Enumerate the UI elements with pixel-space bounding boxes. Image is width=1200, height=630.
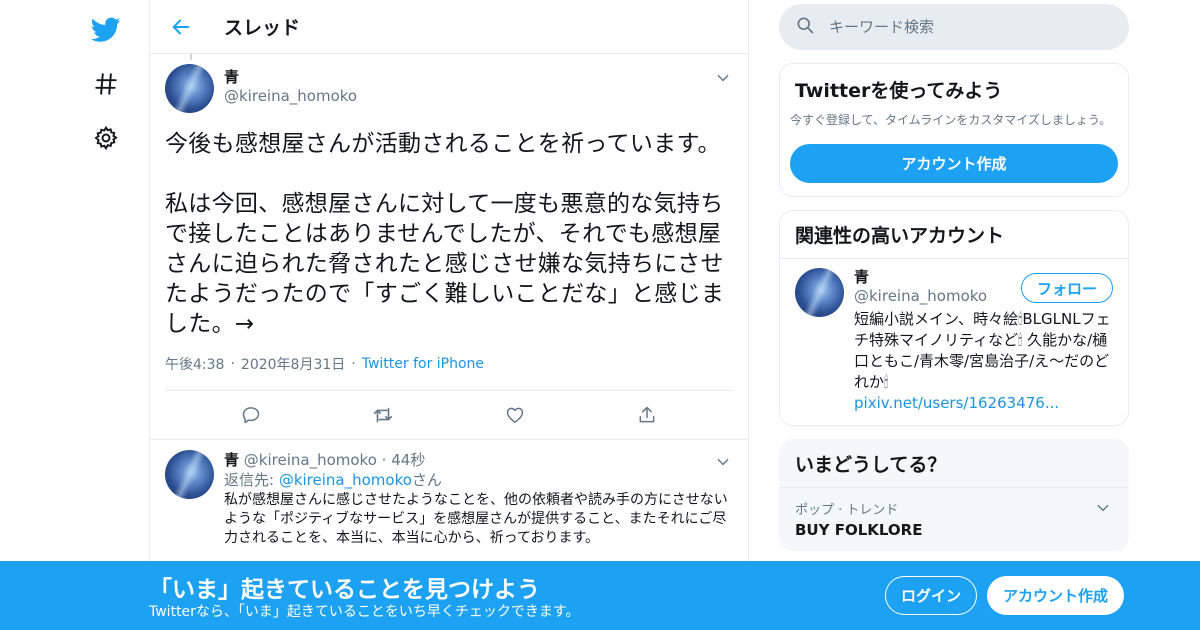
focus-tweet: 青 @kireina_homoko 今後も感想屋さんが活動されることを祈っていま…: [150, 54, 748, 440]
banner-title: 「いま」起きていることを見つけよう: [149, 577, 540, 603]
tweet-text: 私が感想屋さんに感じさせたようなことを、他の依頼者や読み手の方にさせないような「…: [224, 492, 728, 546]
tweet-source[interactable]: Twitter for iPhone: [362, 356, 484, 372]
trend-name[interactable]: BUY FOLKLORE: [795, 521, 1113, 539]
trends-card-title: いまどうしてる？: [780, 440, 1128, 488]
tweet-meta: 午後4:38 · 2020年8月31日 · Twitter for iPhone: [165, 351, 733, 377]
arrow-left-icon[interactable]: [166, 12, 196, 42]
share-icon[interactable]: [630, 398, 664, 432]
avatar[interactable]: [795, 268, 844, 317]
user-handle[interactable]: @kireina_homoko: [244, 451, 377, 469]
display-name[interactable]: 青: [224, 451, 239, 469]
login-button[interactable]: ログイン: [885, 576, 977, 615]
related-account[interactable]: 青 @kireina_homoko 短編小説メイン、時々絵🕯BLGLNLフェチ特…: [780, 259, 1128, 425]
search-icon: [795, 15, 815, 39]
signup-card-description: 今すぐ登録して、タイムラインをカスタマイズしましょう。: [790, 113, 1112, 127]
reply-prefix: 返信先:: [224, 471, 279, 489]
avatar[interactable]: [165, 450, 214, 499]
like-icon[interactable]: [498, 398, 532, 432]
main-header: スレッド: [150, 0, 748, 54]
signup-banner: 「いま」起きていることを見つけよう Twitterなら、「いま」起きていることを…: [0, 561, 1200, 630]
tweet-actions: [165, 391, 733, 439]
reply-icon[interactable]: [234, 398, 268, 432]
avatar[interactable]: [165, 64, 214, 113]
hashtag-icon[interactable]: [84, 62, 128, 106]
signup-card-title: Twitterを使ってみよう: [795, 80, 1003, 102]
search-bar[interactable]: [779, 4, 1129, 50]
twitter-bird-icon[interactable]: [84, 8, 128, 52]
tweet-time[interactable]: 午後4:38: [165, 354, 224, 374]
related-accounts-card: 関連性の高いアカウント 青 @kireina_homoko 短編小説メイン、時々…: [779, 210, 1129, 426]
trend-category: ポップ · トレンド: [795, 503, 899, 518]
left-nav: [84, 8, 128, 170]
trend-item[interactable]: ポップ · トレンド BUY FOLKLORE: [780, 488, 1128, 550]
thread-connector-line: [190, 54, 192, 60]
author-names: 青 @kireina_homoko: [224, 68, 357, 106]
search-input[interactable]: [829, 18, 1089, 36]
user-bio: 短編小説メイン、時々絵🕯BLGLNLフェチ特殊マイノリティなど🕯 久能かな/樋口…: [854, 309, 1113, 414]
bio-link[interactable]: pixiv.net/users/16263476...: [854, 393, 1113, 414]
reply-suffix: さん: [411, 471, 442, 489]
page: スレッド 青 @kireina_homoko 今後も感想屋さんが活動されることを…: [0, 0, 1200, 630]
gear-icon[interactable]: [84, 116, 128, 160]
related-card-title: 関連性の高いアカウント: [780, 211, 1128, 259]
reply-body: 青 @kireina_homoko · 44秒 返信先: @kireina_ho…: [224, 450, 733, 548]
tweet-text: 今後も感想屋さんが活動されることを祈っています。 私は今回、感想屋さんに対して一…: [165, 131, 725, 337]
main-column: スレッド 青 @kireina_homoko 今後も感想屋さんが活動されることを…: [149, 0, 749, 630]
tweet-date[interactable]: 2020年8月31日: [241, 354, 345, 374]
banner-subtitle: Twitterなら、「いま」起きていることをいち早くチェックできます。: [149, 604, 580, 620]
trends-card: いまどうしてる？ ポップ · トレンド BUY FOLKLORE: [779, 439, 1129, 551]
bio-text: 短編小説メイン、時々絵🕯BLGLNLフェチ特殊マイノリティなど🕯 久能かな/樋口…: [854, 310, 1111, 391]
focus-tweet-author: 青 @kireina_homoko: [165, 64, 733, 113]
tweet-time[interactable]: 44秒: [391, 451, 425, 469]
chevron-down-icon[interactable]: [713, 452, 733, 472]
follow-button[interactable]: フォロー: [1021, 273, 1113, 303]
separator-dot: ·: [381, 451, 387, 469]
replying-to: 返信先: @kireina_homokoさん: [224, 470, 733, 490]
display-name[interactable]: 青: [224, 68, 357, 87]
separator-dot: ·: [351, 356, 356, 372]
user-handle[interactable]: @kireina_homoko: [224, 87, 357, 106]
reply-tweet[interactable]: 青 @kireina_homoko · 44秒 返信先: @kireina_ho…: [150, 440, 748, 558]
chevron-down-icon[interactable]: [713, 68, 733, 88]
page-title: スレッド: [224, 17, 301, 39]
retweet-icon[interactable]: [366, 398, 400, 432]
reply-to-handle[interactable]: @kireina_homoko: [279, 471, 412, 489]
banner-create-account-button[interactable]: アカウント作成: [987, 576, 1124, 615]
separator-dot: ·: [230, 356, 235, 372]
chevron-down-icon[interactable]: [1093, 498, 1113, 518]
signup-card: Twitterを使ってみよう 今すぐ登録して、タイムラインをカスタマイズしましょ…: [779, 63, 1129, 197]
reply-header: 青 @kireina_homoko · 44秒: [224, 450, 733, 470]
right-sidebar: Twitterを使ってみよう 今すぐ登録して、タイムラインをカスタマイズしましょ…: [779, 0, 1129, 551]
create-account-button[interactable]: アカウント作成: [790, 144, 1118, 183]
